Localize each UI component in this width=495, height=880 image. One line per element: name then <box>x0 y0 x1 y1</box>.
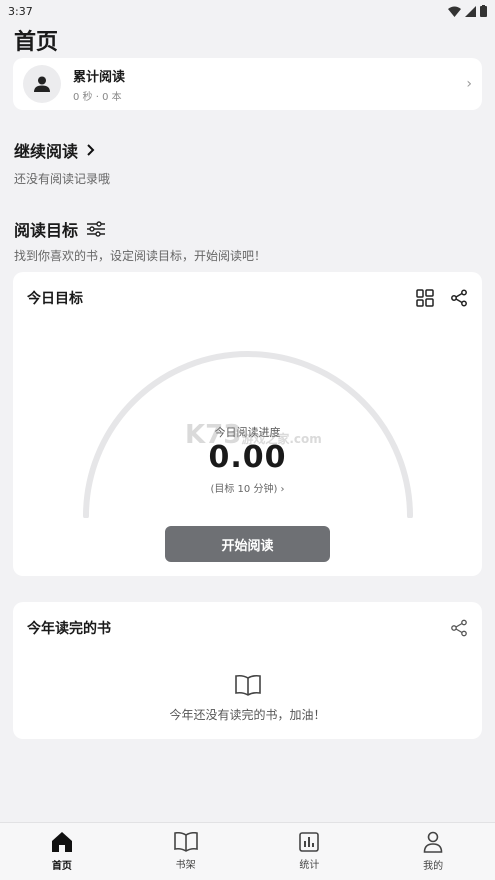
books-empty-state: 今年还没有读完的书，加油！ <box>13 674 482 723</box>
today-goal-card: 今日目标 今日阅读进度 0.00 (目标 10 分钟) › 开始阅读 <box>13 272 482 576</box>
avatar <box>23 65 61 103</box>
user-icon <box>34 76 50 92</box>
today-goal-actions <box>416 289 468 307</box>
page-title: 首页 <box>14 30 59 55</box>
nav-label-stats: 统计 <box>299 860 320 871</box>
nav-label-bookshelf: 书架 <box>175 860 196 871</box>
status-time: 3:37 <box>8 4 33 18</box>
book-icon <box>173 832 198 852</box>
nav-item-home[interactable]: 首页 <box>0 823 124 880</box>
wifi-icon <box>448 6 461 17</box>
nav-item-profile[interactable]: 我的 <box>371 823 495 880</box>
nav-label-home: 首页 <box>51 861 72 872</box>
account-summary: 0 秒 · 0 本 <box>73 91 122 103</box>
progress-label: 今日阅读进度 <box>214 426 281 439</box>
share-icon[interactable] <box>450 619 468 637</box>
share-icon[interactable] <box>450 289 468 307</box>
grid-icon[interactable] <box>416 289 434 307</box>
status-icons <box>448 5 487 17</box>
battery-icon <box>480 5 487 17</box>
start-reading-button[interactable]: 开始阅读 <box>165 526 330 562</box>
nav-item-stats[interactable]: 统计 <box>248 823 372 880</box>
books-finished-header: 今年读完的书 <box>13 602 482 638</box>
nav-item-bookshelf[interactable]: 书架 <box>124 823 248 880</box>
books-finished-title: 今年读完的书 <box>27 621 111 637</box>
continue-reading-header[interactable]: 继续阅读 <box>0 138 495 162</box>
account-card[interactable]: 累计阅读 0 秒 · 0 本 › <box>13 58 482 110</box>
chevron-right-icon: › <box>466 76 472 92</box>
books-finished-card: 今年读完的书 今年还没有读完的书，加油！ <box>13 602 482 739</box>
home-icon <box>51 832 72 852</box>
today-goal-header: 今日目标 <box>13 272 482 308</box>
target-link[interactable]: (目标 10 分钟) › <box>13 480 482 495</box>
account-text: 累计阅读 0 秒 · 0 本 <box>73 66 466 103</box>
open-book-icon <box>234 674 261 696</box>
continue-reading-empty: 还没有阅读记录哦 <box>14 172 111 186</box>
signal-icon <box>465 5 476 17</box>
nav-label-profile: 我的 <box>423 861 444 872</box>
bottom-nav: 首页 书架 统计 我的 <box>0 822 495 880</box>
today-goal-title: 今日目标 <box>27 291 83 307</box>
reading-goal-subtitle: 找到你喜欢的书，设定阅读目标，开始阅读吧！ <box>14 249 267 263</box>
status-bar: 3:37 <box>0 0 495 22</box>
account-name: 累计阅读 <box>73 69 126 85</box>
progress-value: 0.00 <box>208 440 287 475</box>
continue-reading-title: 继续阅读 <box>14 142 79 161</box>
reading-goal-title: 阅读目标 <box>14 221 79 240</box>
books-empty-text: 今年还没有读完的书，加油！ <box>169 708 326 722</box>
stats-icon <box>299 832 320 852</box>
settings-sliders-icon[interactable] <box>86 221 106 237</box>
user-icon <box>423 831 443 853</box>
reading-goal-header: 阅读目标 <box>0 217 495 241</box>
chevron-right-icon <box>87 144 95 156</box>
